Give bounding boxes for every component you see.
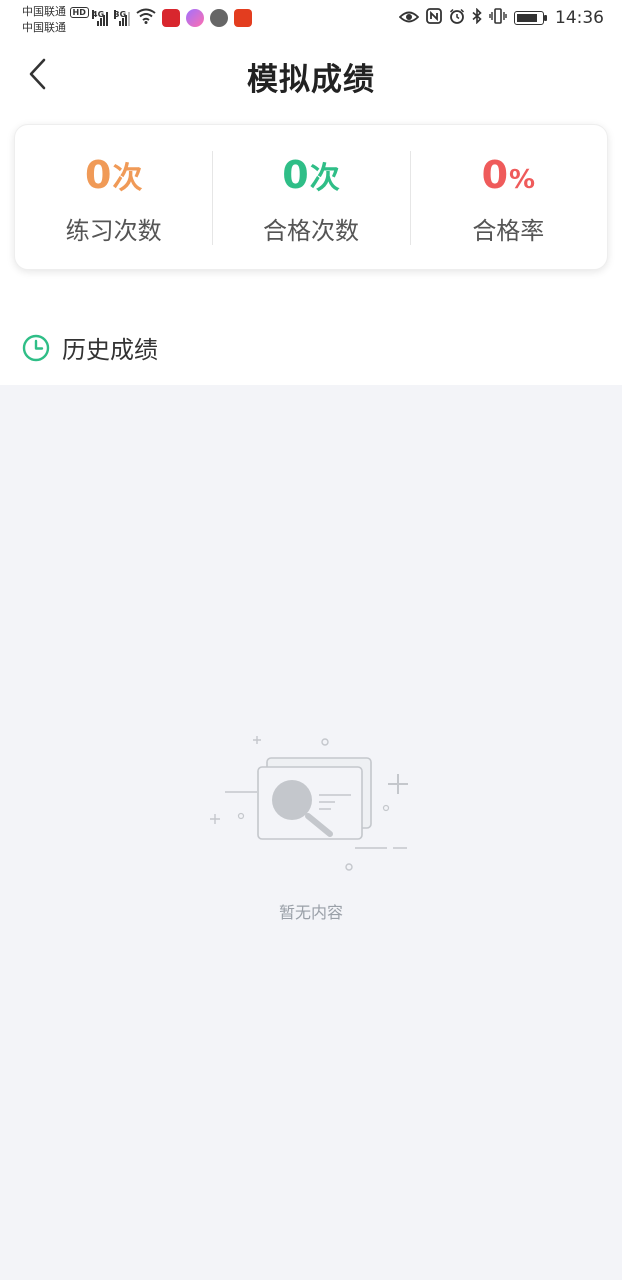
empty-search-illustration — [210, 736, 408, 871]
history-label: 历史成绩 — [62, 336, 158, 364]
eye-icon — [398, 9, 420, 28]
clock-icon — [22, 334, 50, 361]
page-title: 模拟成绩 — [247, 62, 375, 98]
carrier-2: 中国联通 — [22, 21, 66, 34]
carrier-1: 中国联通 — [22, 5, 66, 18]
stat-value: 0 % — [410, 153, 607, 197]
stat-pass-rate: 0 % 合格率 — [409, 125, 607, 269]
status-time: 14:36 — [555, 8, 604, 28]
stats-card: 0 次 练习次数 0 次 合格次数 0 % 合格率 — [14, 124, 608, 270]
wifi-icon — [136, 8, 156, 28]
signal-4g-icon: 4G — [92, 10, 108, 26]
stat-unit: 次 — [112, 161, 143, 196]
history-heading: 历史成绩 — [22, 330, 158, 365]
empty-state-text: 暂无内容 — [278, 903, 343, 922]
stat-label: 合格率 — [472, 217, 545, 245]
stat-value: 0 次 — [212, 153, 409, 197]
stat-number: 0 — [84, 153, 112, 197]
status-bar: 中国联通 HD 中国联通 4G 3G 14:36 — [0, 0, 622, 40]
bluetooth-icon — [472, 7, 482, 28]
app-notification-icon — [162, 9, 180, 27]
carrier-info: 中国联通 HD 中国联通 — [22, 4, 89, 35]
stat-label: 合格次数 — [262, 217, 359, 245]
vibrate-icon — [489, 8, 507, 28]
app-notification-icon — [186, 9, 204, 27]
stat-unit: 次 — [309, 161, 340, 196]
app-notification-icon — [210, 9, 228, 27]
nfc-icon — [426, 8, 442, 28]
nav-header: 模拟成绩 — [0, 40, 622, 112]
stat-label: 练习次数 — [65, 217, 162, 245]
stat-unit: % — [509, 165, 536, 195]
stat-pass-count: 0 次 合格次数 — [212, 125, 409, 269]
signal-3g-icon: 3G — [114, 10, 130, 26]
stat-number: 0 — [481, 153, 509, 197]
status-icons-right: 14:36 — [398, 7, 604, 28]
page: 中国联通 HD 中国联通 4G 3G 14:36 模拟成绩 0 次 练习次数 0… — [0, 0, 622, 1280]
app-notification-icon — [234, 9, 252, 27]
history-list-empty: 暂无内容 — [0, 385, 622, 1280]
stat-practice-count: 0 次 练习次数 — [15, 125, 212, 269]
status-icons-left: 4G 3G — [92, 8, 252, 28]
alarm-icon — [449, 8, 465, 28]
stat-number: 0 — [282, 153, 309, 197]
battery-icon — [514, 11, 547, 25]
stat-value: 0 次 — [15, 153, 212, 197]
hd-badge: HD — [69, 7, 89, 18]
